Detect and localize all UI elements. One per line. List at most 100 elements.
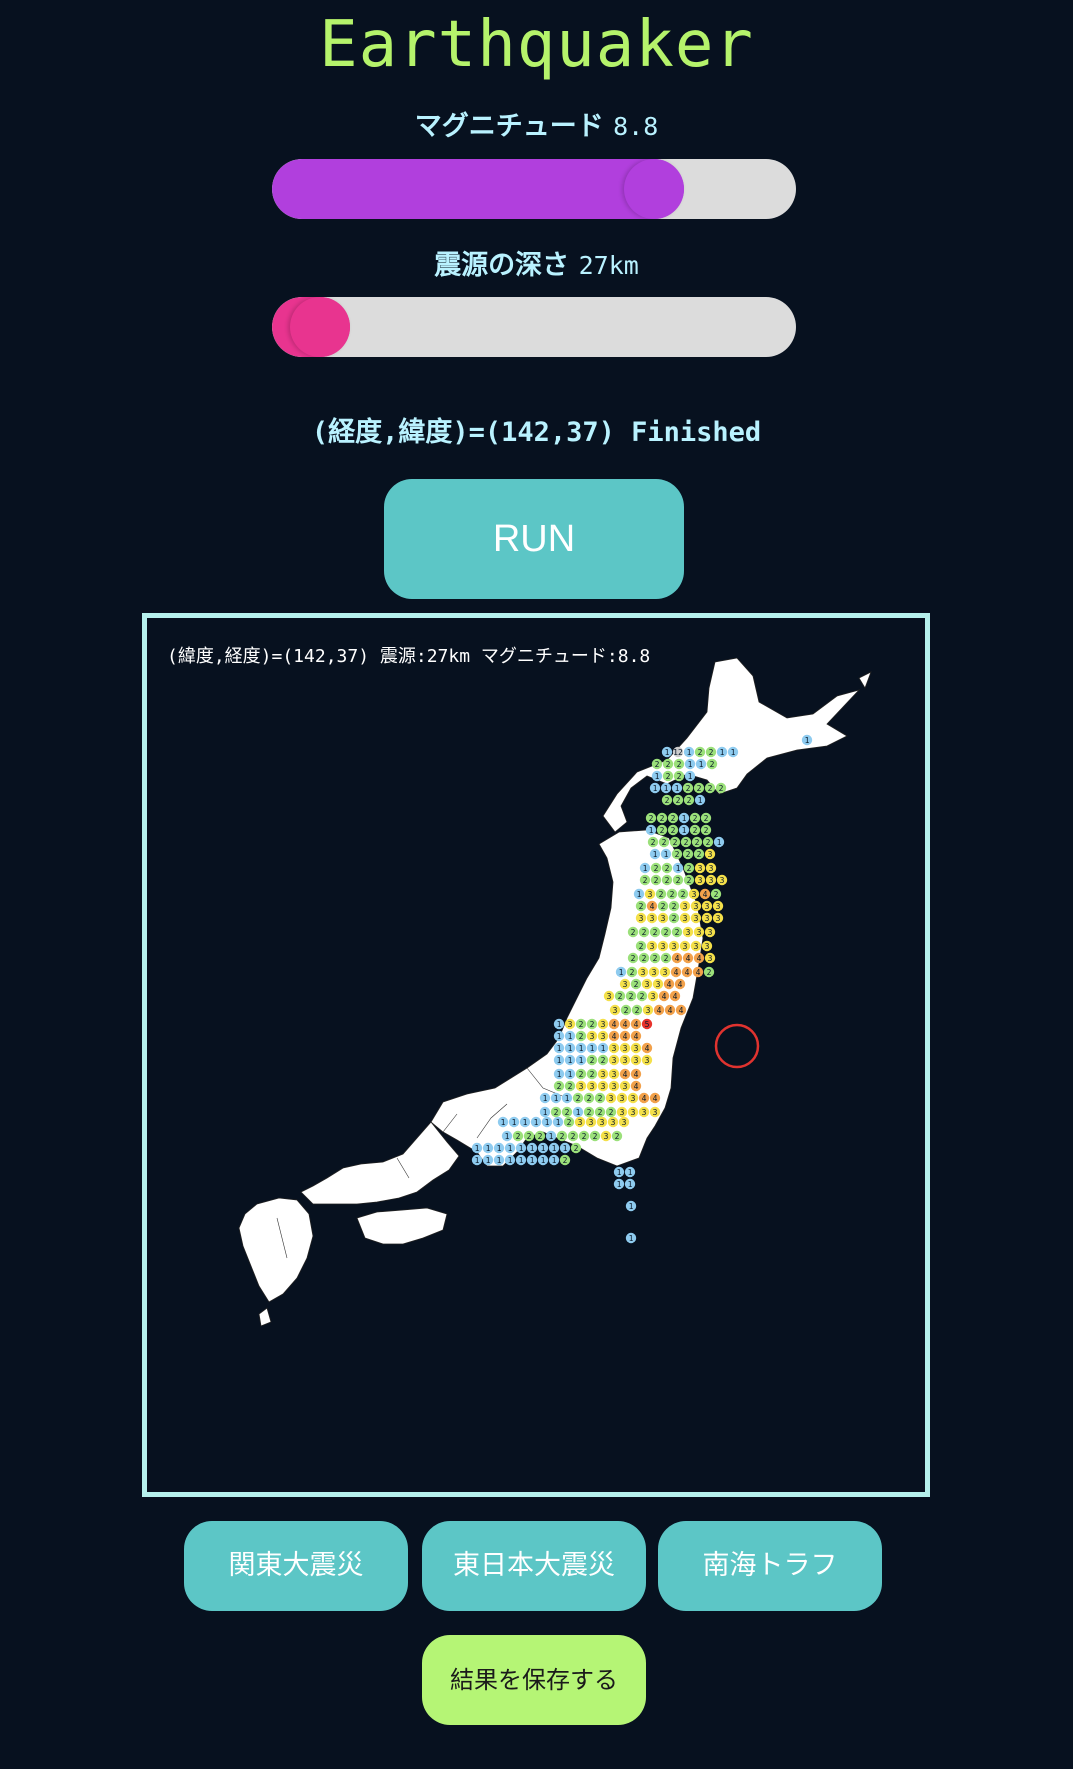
intensity-marker: 3 bbox=[701, 912, 713, 924]
intensity-marker: 1 bbox=[672, 862, 684, 874]
intensity-marker: 5 bbox=[641, 1018, 653, 1030]
intensity-marker: 2 bbox=[589, 1130, 601, 1142]
preset-kanto-button[interactable]: 関東大震災 bbox=[184, 1521, 408, 1611]
intensity-marker: 1 bbox=[683, 746, 695, 758]
intensity-marker: 2 bbox=[657, 900, 669, 912]
intensity-label: 1 bbox=[675, 784, 680, 793]
intensity-label: 3 bbox=[692, 890, 697, 899]
intensity-marker: 2 bbox=[583, 1092, 595, 1104]
intensity-marker: 3 bbox=[638, 1106, 650, 1118]
status-text: (経度,緯度)=(142,37) Finished bbox=[311, 417, 762, 448]
magnitude-slider[interactable] bbox=[272, 159, 796, 219]
intensity-marker: 2 bbox=[705, 746, 717, 758]
intensity-label: 3 bbox=[623, 1044, 628, 1053]
intensity-marker: 4 bbox=[669, 990, 681, 1002]
intensity-marker: 3 bbox=[597, 1018, 609, 1030]
intensity-marker: 2 bbox=[693, 782, 705, 794]
intensity-marker: 2 bbox=[635, 900, 647, 912]
magnitude-slider-thumb[interactable] bbox=[624, 159, 684, 219]
intensity-label: 2 bbox=[590, 1070, 595, 1079]
intensity-label: 1 bbox=[497, 1156, 502, 1165]
intensity-marker: 1 bbox=[660, 848, 672, 860]
intensity-marker: 4 bbox=[630, 1068, 642, 1080]
intensity-label: 1 bbox=[543, 1108, 548, 1117]
intensity-label: 2 bbox=[675, 928, 680, 937]
intensity-marker: 1 bbox=[694, 794, 706, 806]
intensity-marker: 1 bbox=[639, 862, 651, 874]
intensity-marker: 3 bbox=[586, 1030, 598, 1042]
intensity-label: 2 bbox=[671, 826, 676, 835]
intensity-marker: 2 bbox=[512, 1130, 524, 1142]
intensity-label: 2 bbox=[590, 1056, 595, 1065]
intensity-label: 4 bbox=[634, 1082, 639, 1091]
intensity-label: 4 bbox=[657, 1006, 662, 1015]
intensity-marker: 1 bbox=[660, 782, 672, 794]
depth-label: 震源の深さ bbox=[434, 250, 570, 281]
intensity-label: 2 bbox=[624, 1006, 629, 1015]
intensity-label: 4 bbox=[634, 1070, 639, 1079]
intensity-label: 1 bbox=[568, 1032, 573, 1041]
app-title: Earthquaker bbox=[319, 8, 754, 82]
intensity-label: 2 bbox=[651, 838, 656, 847]
intensity-label: 2 bbox=[631, 954, 636, 963]
intensity-label: 2 bbox=[618, 992, 623, 1001]
save-result-button[interactable]: 結果を保存する bbox=[422, 1635, 646, 1725]
intensity-label: 2 bbox=[719, 784, 724, 793]
intensity-marker: 4 bbox=[630, 1018, 642, 1030]
intensity-marker: 3 bbox=[712, 912, 724, 924]
intensity-marker: 3 bbox=[705, 874, 717, 886]
epicenter-marker bbox=[714, 1023, 760, 1069]
intensity-marker: 1 bbox=[633, 888, 645, 900]
intensity-label: 3 bbox=[620, 1108, 625, 1117]
intensity-marker: 3 bbox=[642, 1004, 654, 1016]
intensity-marker: 1 bbox=[497, 1116, 509, 1128]
intensity-label: 1 bbox=[688, 772, 693, 781]
intensity-marker: 3 bbox=[704, 952, 716, 964]
intensity-label: 3 bbox=[661, 914, 666, 923]
intensity-marker: 2 bbox=[570, 1142, 582, 1154]
intensity-marker: 2 bbox=[672, 874, 684, 886]
preset-tohoku-button[interactable]: 東日本大震災 bbox=[422, 1521, 646, 1611]
intensity-marker: 3 bbox=[693, 926, 705, 938]
intensity-label: 3 bbox=[650, 914, 655, 923]
depth-slider[interactable] bbox=[272, 297, 796, 357]
intensity-label: 2 bbox=[687, 864, 692, 873]
intensity-label: 2 bbox=[676, 796, 681, 805]
intensity-marker: 1 bbox=[564, 1068, 576, 1080]
intensity-marker: 3 bbox=[668, 940, 680, 952]
intensity-marker: 1 bbox=[504, 1154, 516, 1166]
intensity-label: 2 bbox=[665, 864, 670, 873]
intensity-marker: 2 bbox=[700, 812, 712, 824]
intensity-label: 2 bbox=[593, 1132, 598, 1141]
intensity-marker: 4 bbox=[671, 952, 683, 964]
intensity-marker: 3 bbox=[575, 1080, 587, 1092]
intensity-label: 4 bbox=[634, 1032, 639, 1041]
intensity-label: 3 bbox=[641, 968, 646, 977]
intensity-label: 2 bbox=[655, 760, 660, 769]
intensity-label: 1 bbox=[699, 760, 704, 769]
intensity-label: 1 bbox=[665, 748, 670, 757]
intensity-label: 2 bbox=[714, 890, 719, 899]
run-button[interactable]: RUN bbox=[384, 479, 684, 599]
intensity-marker: 2 bbox=[682, 848, 694, 860]
intensity-label: 2 bbox=[673, 838, 678, 847]
intensity-marker: 4 bbox=[646, 900, 658, 912]
intensity-label: 3 bbox=[683, 914, 688, 923]
intensity-label: 4 bbox=[645, 1044, 650, 1053]
depth-slider-thumb[interactable] bbox=[290, 297, 350, 357]
intensity-label: 2 bbox=[710, 760, 715, 769]
intensity-marker: 1 bbox=[482, 1154, 494, 1166]
intensity-marker: 1 bbox=[684, 770, 696, 782]
intensity-marker: 2 bbox=[627, 926, 639, 938]
intensity-label: 2 bbox=[706, 838, 711, 847]
intensity-label: 2 bbox=[697, 784, 702, 793]
intensity-label: 4 bbox=[703, 890, 708, 899]
intensity-label: 4 bbox=[642, 1094, 647, 1103]
intensity-label: 3 bbox=[590, 1082, 595, 1091]
intensity-marker: 2 bbox=[661, 874, 673, 886]
intensity-marker: 1 bbox=[553, 1054, 565, 1066]
intensity-marker: 2 bbox=[660, 952, 672, 964]
preset-nankai-button[interactable]: 南海トラフ bbox=[658, 1521, 882, 1611]
intensity-marker: 2 bbox=[683, 794, 695, 806]
intensity-label: 3 bbox=[651, 992, 656, 1001]
